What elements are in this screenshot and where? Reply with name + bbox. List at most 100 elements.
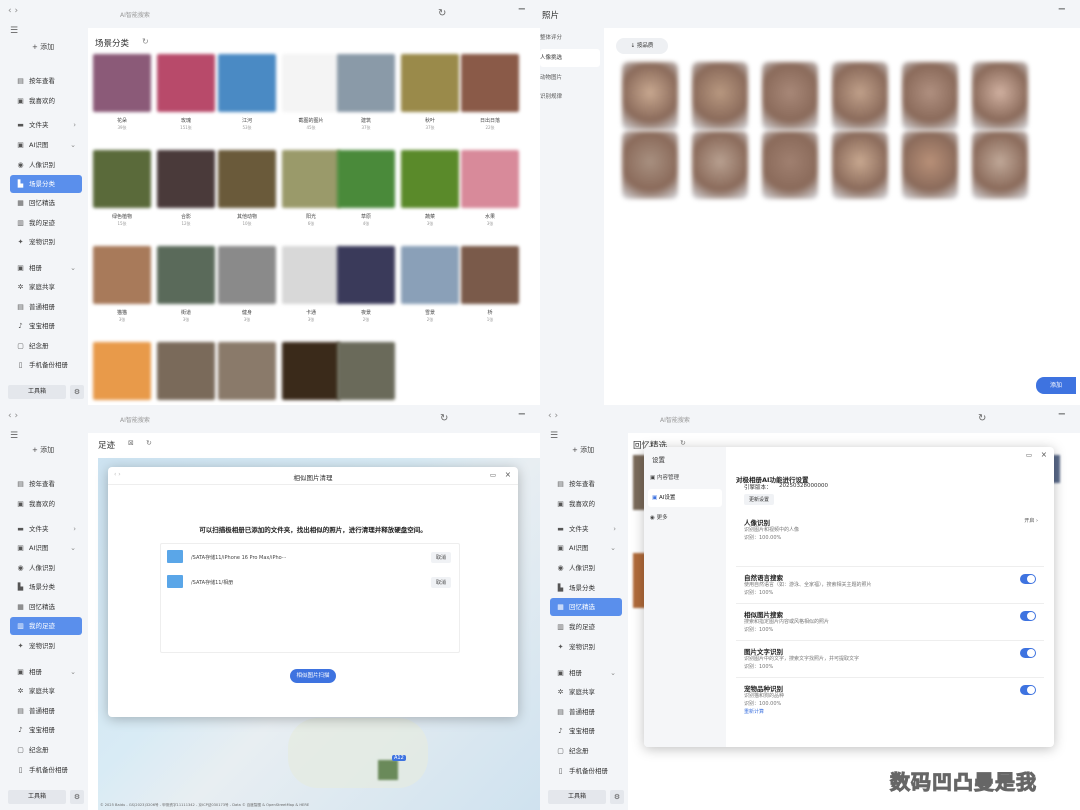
portrait-thumbnail[interactable] <box>832 62 888 130</box>
add-button[interactable]: 添加 <box>1036 377 1076 394</box>
toggle-switch[interactable] <box>1020 574 1036 584</box>
nav-arrows[interactable]: ‹ › <box>548 411 558 421</box>
sidebar-item-people[interactable]: ◉ 人像识别 <box>550 559 622 577</box>
close-icon[interactable]: × <box>505 470 511 479</box>
sidebar-item-pet[interactable]: ✦ 宠物识别 <box>10 637 82 655</box>
sidebar-item-people[interactable]: ◉ 人像识别 <box>10 156 82 174</box>
scene-thumbnail[interactable] <box>337 54 395 112</box>
scene-thumbnail[interactable] <box>282 246 340 304</box>
portrait-thumbnail[interactable] <box>972 62 1028 130</box>
scene-thumbnail[interactable] <box>218 54 276 112</box>
nav-ai-settings[interactable]: ▣ AI设置 <box>648 489 722 507</box>
scene-thumbnail[interactable] <box>337 342 395 400</box>
menu-item-portrait[interactable]: 人像挑选 <box>540 49 600 67</box>
sidebar-item-fav[interactable]: ▣ 我喜欢的 <box>550 495 622 513</box>
scene-thumbnail[interactable] <box>93 342 151 400</box>
toolbox-button[interactable]: 工具箱 <box>8 385 66 399</box>
sidebar-item-baby[interactable]: ♪ 宝宝相册 <box>550 722 622 740</box>
photo-marker[interactable] <box>378 760 398 780</box>
menu-icon[interactable]: ☰ <box>10 26 18 36</box>
update-settings-button[interactable]: 更新设置 <box>744 494 775 505</box>
scene-thumbnail[interactable] <box>157 342 215 400</box>
sidebar-item-folder[interactable]: ▬ 文件夹 › <box>550 520 622 538</box>
nav-arrows[interactable]: ‹ › <box>8 411 18 421</box>
menu-icon[interactable]: ☰ <box>550 431 558 441</box>
sidebar-item-footprint[interactable]: ▥ 我的足迹 <box>550 618 622 636</box>
sidebar-item-fav[interactable]: ▣ 我喜欢的 <box>10 92 82 110</box>
sidebar-item-scene[interactable]: ▙ 场景分类 <box>550 579 622 597</box>
refresh-icon[interactable]: ↻ <box>978 413 986 424</box>
recalculate-link[interactable]: 重新计算 <box>744 708 764 716</box>
scene-thumbnail[interactable] <box>401 150 459 208</box>
sidebar-item-scene[interactable]: ▙ 场景分类 <box>10 578 82 596</box>
grid-icon[interactable]: ⊠ <box>128 439 134 447</box>
sidebar-item-baby[interactable]: ♪ 宝宝相册 <box>10 317 82 335</box>
scene-thumbnail[interactable] <box>157 246 215 304</box>
toggle-switch[interactable] <box>1020 611 1036 621</box>
sidebar-item-ai[interactable]: ▣ AI识图 ⌄ <box>10 539 82 557</box>
sidebar-item-memory[interactable]: ▦ 回忆精选 <box>10 598 82 616</box>
portrait-thumbnail[interactable] <box>762 62 818 130</box>
scene-thumbnail[interactable] <box>461 150 519 208</box>
sidebar-item-family[interactable]: ✲ 家庭共享 <box>10 278 82 296</box>
portrait-thumbnail[interactable] <box>902 131 958 199</box>
minimize-icon[interactable]: − <box>518 409 526 420</box>
sidebar-item-pet[interactable]: ✦ 宠物识别 <box>550 638 622 656</box>
sidebar-item-family[interactable]: ✲ 家庭共享 <box>550 683 622 701</box>
maximize-icon[interactable]: ▭ <box>1026 451 1032 459</box>
toggle-switch[interactable] <box>1020 648 1036 658</box>
scene-thumbnail[interactable] <box>401 54 459 112</box>
sidebar-item-folder[interactable]: ▬ 文件夹 › <box>10 116 82 134</box>
scene-thumbnail[interactable] <box>157 150 215 208</box>
portrait-thumbnail[interactable] <box>902 62 958 130</box>
scene-thumbnail[interactable] <box>461 54 519 112</box>
maximize-icon[interactable]: ▭ <box>490 471 496 479</box>
portrait-thumbnail[interactable] <box>622 62 678 130</box>
toolbox-button[interactable]: 工具箱 <box>8 790 66 804</box>
sidebar-item-album[interactable]: ▣ 相册 ⌄ <box>550 664 622 682</box>
sidebar-item-normal[interactable]: ▤ 普通相册 <box>550 703 622 721</box>
scene-thumbnail[interactable] <box>93 150 151 208</box>
menu-item-rule[interactable]: 识别规律 <box>540 92 562 100</box>
sidebar-item-souvenir[interactable]: ▢ 纪念册 <box>10 337 82 355</box>
minimize-icon[interactable]: − <box>1058 4 1066 15</box>
sidebar-item-ai[interactable]: ▣ AI识图 ⌄ <box>10 136 82 154</box>
portrait-thumbnail[interactable] <box>622 131 678 199</box>
sidebar-item-year[interactable]: ▤ 按年查看 <box>10 475 82 493</box>
sidebar-item-people[interactable]: ◉ 人像识别 <box>10 559 82 577</box>
open-action[interactable]: 开启 › <box>1024 517 1038 525</box>
add-button[interactable]: + 添加 <box>32 42 54 52</box>
sidebar-item-ai[interactable]: ▣ AI识图 ⌄ <box>550 539 622 557</box>
gear-icon[interactable]: ⚙ <box>610 790 624 804</box>
add-button[interactable]: + 添加 <box>572 445 594 455</box>
sidebar-item-footprint[interactable]: ▥ 我的足迹 <box>10 617 82 635</box>
scene-thumbnail[interactable] <box>282 150 340 208</box>
sidebar-item-normal[interactable]: ▤ 普通相册 <box>10 702 82 720</box>
sidebar-item-family[interactable]: ✲ 家庭共享 <box>10 682 82 700</box>
sidebar-item-album[interactable]: ▣ 相册 ⌄ <box>10 259 82 277</box>
sidebar-item-phone[interactable]: ▯ 手机备份相册 <box>550 762 622 780</box>
scene-thumbnail[interactable] <box>461 246 519 304</box>
scene-thumbnail[interactable] <box>337 246 395 304</box>
scene-thumbnail[interactable] <box>401 246 459 304</box>
sidebar-item-souvenir[interactable]: ▢ 纪念册 <box>550 742 622 760</box>
sidebar-item-normal[interactable]: ▤ 普通相册 <box>10 298 82 316</box>
nav-more[interactable]: ◉ 更多 <box>650 513 668 521</box>
scene-thumbnail[interactable] <box>93 54 151 112</box>
sidebar-item-memory[interactable]: ▦ 回忆精选 <box>10 194 82 212</box>
menu-item-animal[interactable]: 动物图片 <box>540 73 562 81</box>
portrait-thumbnail[interactable] <box>832 131 888 199</box>
sidebar-item-album[interactable]: ▣ 相册 ⌄ <box>10 663 82 681</box>
portrait-thumbnail[interactable] <box>692 131 748 199</box>
sidebar-item-memory[interactable]: ▦ 回忆精选 <box>550 598 622 616</box>
scene-thumbnail[interactable] <box>282 342 340 400</box>
portrait-thumbnail[interactable] <box>972 131 1028 199</box>
nav-arrows[interactable]: ‹ › <box>8 6 18 16</box>
minimize-icon[interactable]: − <box>518 4 526 15</box>
scene-thumbnail[interactable] <box>282 54 340 112</box>
sidebar-item-year[interactable]: ▤ 按年查看 <box>10 72 82 90</box>
portrait-thumbnail[interactable] <box>762 131 818 199</box>
refresh-icon[interactable]: ↻ <box>438 8 446 19</box>
sidebar-item-souvenir[interactable]: ▢ 纪念册 <box>10 741 82 759</box>
refresh-icon[interactable]: ↻ <box>142 37 149 46</box>
